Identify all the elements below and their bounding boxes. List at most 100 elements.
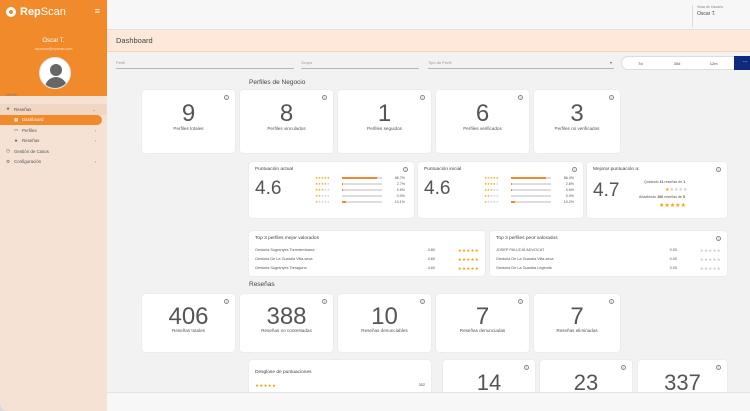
top-bar: Vista de Usuario Oscar T. xyxy=(107,0,750,30)
sidebar-nav: ★ Reseñas ⌄ ▦ Dashboard ▭ Perfiles › ★ R… xyxy=(0,104,107,167)
stars-icon: ★★★★★ xyxy=(315,182,330,186)
sidebar-item-dashboard[interactable]: ▦ Dashboard xyxy=(0,114,102,125)
distribution-percent: 10.2% xyxy=(563,200,574,204)
profile-name: Gestoria Sugranyes Tarragona xyxy=(255,266,307,270)
sidebar-item-resenas-group[interactable]: ★ Reseñas ⌄ xyxy=(0,104,107,115)
stars-icon: ★★★★★ xyxy=(315,200,330,204)
business-stat-label: Perfiles vinculados xyxy=(267,126,306,131)
review-stat-label: Reseñas eliminadas xyxy=(556,328,598,333)
improve-score-card: Mejorar puntuación a: i 4.7 Quitando 11 … xyxy=(587,162,727,218)
user-email: oscarsan@repscan.com xyxy=(34,47,73,51)
profile-name: Gestoria De La Guardia Villa-seca xyxy=(496,257,554,261)
business-stat-value: 3 xyxy=(570,100,584,127)
sidebar-item-gestion-casos[interactable]: ◷ Gestión de Casos xyxy=(0,146,107,157)
menu-label: MENÚ xyxy=(6,92,18,97)
app-window: RepScan ≡ Oscar T. oscarsan@repscan.com … xyxy=(0,0,750,411)
profile-score: 0.00 xyxy=(669,266,677,270)
stars-icon: ★★★★★ xyxy=(484,176,499,180)
hamburger-menu-icon[interactable]: ≡ xyxy=(95,7,100,16)
review-stat-value: 7 xyxy=(570,303,584,330)
tipo-perfil-select[interactable]: Tipo de Perfil ▾ xyxy=(428,57,614,69)
user-view-select[interactable]: Vista de Usuario Oscar T. xyxy=(692,5,750,27)
more-options-button[interactable]: ··· xyxy=(734,56,750,70)
profile-score: 0.00 xyxy=(669,257,677,261)
profile-row[interactable]: Gestoria De La Guardia Villa-seca 0.00 ★… xyxy=(496,257,721,264)
improve-score-value: 4.7 xyxy=(593,180,620,201)
grupo-filter-input[interactable]: Grupo xyxy=(301,57,419,69)
sidebar-item-perfiles[interactable]: ▭ Perfiles › xyxy=(0,125,107,136)
rating-stars-icon: ★★★★★ xyxy=(699,257,721,262)
sidebar-item-resenas[interactable]: ★ Reseñas › xyxy=(0,136,107,147)
profile-name: Gestoria Sugranyes Torredembarra xyxy=(255,248,315,252)
review-stat-value: 406 xyxy=(168,303,209,330)
sidebar-item-label: Reseñas xyxy=(22,138,40,144)
distribution-row: ★★★★★ 10.2% xyxy=(484,199,584,205)
info-icon[interactable]: i xyxy=(716,167,721,172)
review-stat-card: i 388 Reseñas no contestadas xyxy=(240,294,333,352)
page-header: Dashboard xyxy=(107,30,750,52)
distribution-percent: 0.0% xyxy=(565,194,574,198)
stars-icon: ★★★★★ xyxy=(315,194,330,198)
business-stat-label: Perfiles verificados xyxy=(463,126,502,131)
user-view-value: Oscar T. xyxy=(697,11,716,17)
profile-score: 0.00 xyxy=(669,248,677,252)
improve-remove-text: Quitando 11 reseñas de 1 xyxy=(644,180,686,184)
distribution-bar xyxy=(342,177,382,179)
repscan-logo-icon xyxy=(6,7,16,17)
business-stat-card: i 8 Perfiles vinculados xyxy=(240,90,333,153)
rating-stars-icon: ★★★★★ xyxy=(457,248,479,253)
main-area: Vista de Usuario Oscar T. Dashboard Perf… xyxy=(107,0,750,411)
info-icon[interactable]: i xyxy=(716,236,721,241)
sidebar-item-label: Perfiles xyxy=(22,127,37,133)
best-profiles-title: Top 3 perfiles mejor valorados xyxy=(255,236,319,241)
business-stat-value: 6 xyxy=(475,100,490,127)
stars-icon: ★★★★★ xyxy=(484,200,499,204)
improve-score-title: Mejorar puntuación a: xyxy=(593,167,640,172)
five-stars-icon: ★★★★★ xyxy=(255,383,277,388)
distribution-percent: 0.0% xyxy=(396,194,405,198)
review-stat-label: Reseñas denunciadas xyxy=(459,328,506,333)
id-card-icon: ▭ xyxy=(14,127,19,133)
caret-down-icon: ▾ xyxy=(609,60,612,65)
initial-score-title: Puntuación inicial xyxy=(424,167,462,172)
range-12m-button[interactable]: 12m xyxy=(695,61,732,66)
initial-score-distribution: ★★★★★ 86.4% ★★★★★ 2.8% ★★★★★ 0.6% ★★★★★ 0.0… xyxy=(484,175,584,205)
footer-bar xyxy=(107,392,750,411)
business-stat-card: i 3 Perfiles no verificados xyxy=(534,90,620,153)
distribution-percent: 86.4% xyxy=(563,176,574,180)
info-icon[interactable]: i xyxy=(403,167,408,172)
range-30d-button[interactable]: 30d xyxy=(659,61,696,66)
stars-icon: ★★★★★ xyxy=(484,188,499,192)
profile-score: 4.80 xyxy=(427,248,435,252)
profile-row[interactable]: JOSEP PALLEJÀ ADVOCAT 0.00 ★★★★★ xyxy=(496,248,721,255)
profile-row[interactable]: Gestoria De La Guardia Villa-seca 4.60 ★… xyxy=(255,257,479,264)
perfil-filter-input[interactable]: Perfil xyxy=(116,57,294,69)
info-icon[interactable]: i xyxy=(572,167,577,172)
current-score-title: Puntuación actual xyxy=(255,167,294,172)
range-7d-button[interactable]: 7d xyxy=(622,61,659,66)
review-stat-label: Reseñas no contestadas xyxy=(261,328,312,333)
rating-stars-icon: ★★★★★ xyxy=(699,248,721,253)
distribution-percent: 10.1% xyxy=(394,200,405,204)
brand-logo[interactable]: RepScan xyxy=(6,6,66,18)
review-stat-label: Reseñas denunciables xyxy=(361,328,408,333)
profile-name: Gestoria De La Guardia Legends xyxy=(496,266,552,270)
distribution-bar xyxy=(342,201,382,203)
profile-name: Gestoria De La Guardia Villa-seca xyxy=(255,257,313,261)
distribution-percent: 0.5% xyxy=(396,188,405,192)
reviews-section-title: Reseñas xyxy=(249,281,275,288)
distribution-bar xyxy=(511,195,551,197)
profile-row[interactable]: Gestoria Sugranyes Torredembarra 4.80 ★★… xyxy=(255,248,479,255)
profile-score: 4.60 xyxy=(427,266,435,270)
avatar[interactable] xyxy=(39,57,71,89)
profile-score: 4.60 xyxy=(427,257,435,261)
worst-profiles-title: Top 3 perfiles peor valorados xyxy=(496,236,558,241)
review-stat-card: i 406 Reseñas totales xyxy=(142,294,235,352)
distribution-percent: 2.7% xyxy=(396,182,405,186)
profile-row[interactable]: Gestoria De La Guardia Legends 0.00 ★★★★… xyxy=(496,266,721,273)
distribution-percent: 0.6% xyxy=(565,188,574,192)
profile-row[interactable]: Gestoria Sugranyes Tarragona 4.60 ★★★★★ xyxy=(255,266,479,273)
date-range-toggle: 7d 30d 12m ··· xyxy=(621,56,750,70)
sidebar-item-configuracion[interactable]: ⚙ Configuración › xyxy=(0,157,107,168)
business-stat-label: Perfiles seguidos xyxy=(367,126,402,131)
